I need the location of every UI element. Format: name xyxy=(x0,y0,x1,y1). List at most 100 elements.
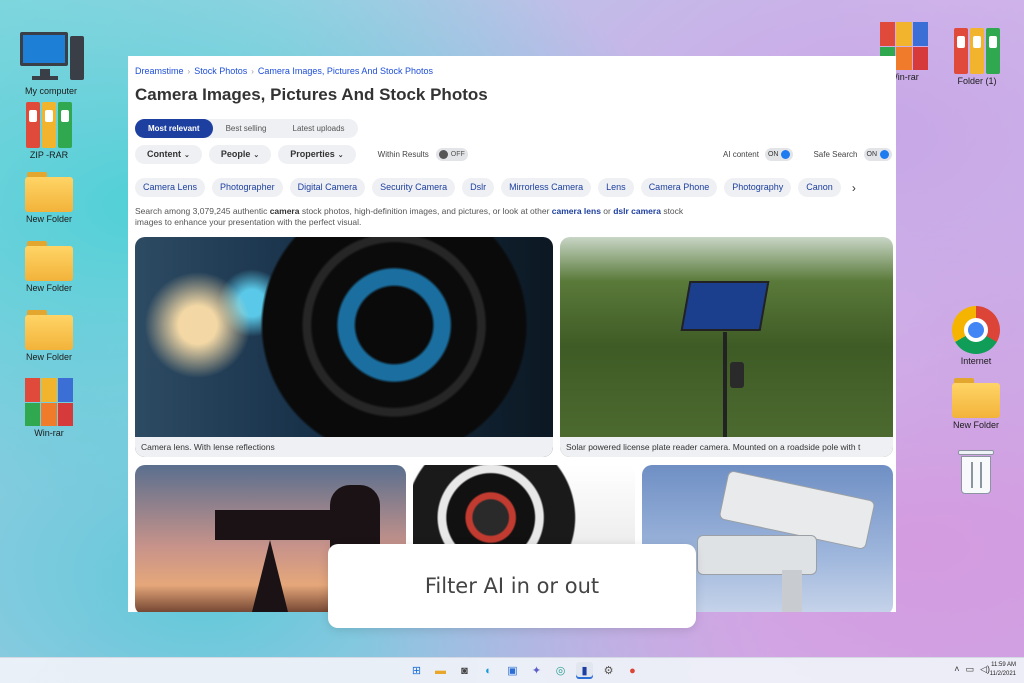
tag-canon[interactable]: Canon xyxy=(798,178,841,197)
content-filter-label: Content xyxy=(147,149,181,159)
toggle-state-label: OFF xyxy=(450,151,465,158)
browser-content: Dreamstime › Stock Photos › Camera Image… xyxy=(128,56,896,612)
toggle-knob xyxy=(781,150,791,159)
computer-icon xyxy=(20,28,84,84)
desktop-icon-zip-rar[interactable]: ZIP -RAR xyxy=(14,102,84,160)
photo-result-solar-camera[interactable]: Solar powered license plate reader camer… xyxy=(560,237,893,457)
chevron-right-icon: › xyxy=(187,66,191,76)
desktop-icon-recycle-bin[interactable] xyxy=(941,448,1011,494)
breadcrumb-link-dreamstime[interactable]: Dreamstime xyxy=(135,66,184,76)
breadcrumb-link-current[interactable]: Camera Images, Pictures And Stock Photos xyxy=(258,66,433,76)
search-description: Search among 3,079,245 authentic camera … xyxy=(135,206,695,228)
chevron-right-icon[interactable]: › xyxy=(852,181,856,195)
binders-icon xyxy=(952,28,1002,74)
chevron-down-icon: ⌄ xyxy=(337,152,344,159)
desktop-icon-internet[interactable]: Internet xyxy=(941,306,1011,366)
toggle-state-label: ON xyxy=(866,151,878,158)
desktop-icon-new-folder-2[interactable]: New Folder xyxy=(14,241,84,293)
tag-dslr[interactable]: Dslr xyxy=(462,178,495,197)
tripod-shape xyxy=(250,540,290,612)
desc-text: stock photos, high-definition images, an… xyxy=(299,206,552,216)
chevron-down-icon: ⌄ xyxy=(184,152,190,159)
ai-content-toggle[interactable]: ON xyxy=(764,148,794,161)
network-icon[interactable]: ▭ xyxy=(966,664,975,675)
system-tray: ˄ ▭ ◁) xyxy=(954,664,990,675)
camera-lens-link[interactable]: camera lens xyxy=(552,206,601,216)
desktop-icon-label: Win-rar xyxy=(34,428,64,438)
tab-most-relevant[interactable]: Most relevant xyxy=(135,119,213,138)
folder-icon xyxy=(952,378,1000,418)
properties-filter-button[interactable]: Properties ⌄ xyxy=(278,145,356,164)
camera-rig-shape xyxy=(215,510,335,540)
content-filter-button[interactable]: Content ⌄ xyxy=(135,145,202,164)
tag-camera-lens[interactable]: Camera Lens xyxy=(135,178,206,197)
toggle-knob xyxy=(438,150,448,159)
photo-result-camera-lens[interactable]: Camera lens. With lense reflections xyxy=(135,237,553,457)
desc-text: Search among 3,079,245 authentic xyxy=(135,206,270,216)
settings-gear-icon[interactable]: ⚙ xyxy=(600,662,617,679)
desktop-icon-new-folder-3[interactable]: New Folder xyxy=(14,310,84,362)
windows-start-icon[interactable]: ⊞ xyxy=(408,662,425,679)
teams-icon[interactable]: ✦ xyxy=(528,662,545,679)
people-filter-label: People xyxy=(220,149,251,159)
solar-panel-shape xyxy=(680,281,770,331)
desktop-icon-win-rar[interactable]: Win-rar xyxy=(14,378,84,438)
tag-mirrorless-camera[interactable]: Mirrorless Camera xyxy=(501,178,592,197)
tag-security-camera[interactable]: Security Camera xyxy=(372,178,456,197)
dslr-camera-link[interactable]: dslr camera xyxy=(613,206,661,216)
desc-text: or xyxy=(600,206,614,216)
within-results-toggle[interactable]: OFF xyxy=(435,148,468,161)
tag-photographer[interactable]: Photographer xyxy=(212,178,283,197)
desktop-icon-new-folder-right[interactable]: New Folder xyxy=(941,378,1011,430)
dreamstime-app-icon[interactable]: ▮ xyxy=(576,662,593,679)
related-tags: Camera Lens Photographer Digital Camera … xyxy=(135,178,856,197)
edge-icon[interactable]: ◐ xyxy=(480,662,497,679)
desktop-icon-new-folder-1[interactable]: New Folder xyxy=(14,172,84,224)
feature-caption-card: Filter AI in or out xyxy=(328,544,696,628)
desktop-icon-label: New Folder xyxy=(25,352,72,362)
safe-search-toggle[interactable]: ON xyxy=(863,148,892,161)
chevron-right-icon: › xyxy=(251,66,254,76)
clock-date: 11/2/2021 xyxy=(989,671,1016,677)
desktop-icon-my-computer[interactable]: My computer xyxy=(16,28,86,96)
tab-latest-uploads[interactable]: Latest uploads xyxy=(280,119,358,138)
toggle-knob xyxy=(880,150,889,159)
desktop-icon-label: New Folder xyxy=(952,420,999,430)
camera-app-icon[interactable]: ◙ xyxy=(456,662,473,679)
desktop-icon-label: ZIP -RAR xyxy=(29,150,69,160)
chrome-taskbar-icon[interactable]: ● xyxy=(624,662,641,679)
desktop-icon-label: Internet xyxy=(960,356,992,366)
chevron-up-icon[interactable]: ˄ xyxy=(954,664,959,675)
desktop-icon-folder-1[interactable]: Folder (1) xyxy=(942,28,1012,86)
folder-icon xyxy=(25,241,73,281)
properties-filter-label: Properties xyxy=(290,149,335,159)
chevron-down-icon: ⌄ xyxy=(253,152,260,159)
desktop-icon-label: My computer xyxy=(24,86,77,96)
taskbar-clock[interactable]: 11:59 AM 11/2/2021 xyxy=(990,661,1016,679)
binders-icon xyxy=(24,102,74,148)
tag-camera-phone[interactable]: Camera Phone xyxy=(640,178,718,197)
breadcrumb-link-stock-photos[interactable]: Stock Photos xyxy=(194,66,247,76)
globe-icon[interactable]: ◎ xyxy=(552,662,569,679)
content-toggles: AI content ON Safe Search ON xyxy=(723,148,892,161)
page-title: Camera Images, Pictures And Stock Photos xyxy=(135,85,488,104)
folder-icon xyxy=(25,172,73,212)
tag-digital-camera[interactable]: Digital Camera xyxy=(289,178,366,197)
camera-shape xyxy=(730,362,744,388)
tag-lens[interactable]: Lens xyxy=(598,178,634,197)
safe-search-label: Safe Search xyxy=(813,150,858,159)
feature-caption-text: Filter AI in or out xyxy=(424,574,600,598)
photo-caption: Solar powered license plate reader camer… xyxy=(560,437,893,457)
volume-icon[interactable]: ◁) xyxy=(980,664,990,675)
sort-tabs: Most relevant Best selling Latest upload… xyxy=(135,119,358,138)
toggle-state-label: ON xyxy=(767,151,779,158)
file-explorer-icon[interactable]: ▬ xyxy=(432,662,449,679)
pole-shape xyxy=(723,332,727,442)
cctv-housing-shape xyxy=(697,535,817,575)
tag-photography[interactable]: Photography xyxy=(724,178,792,197)
people-filter-button[interactable]: People ⌄ xyxy=(208,145,272,164)
photo-caption: Camera lens. With lense reflections xyxy=(135,437,553,457)
store-icon[interactable]: ▣ xyxy=(504,662,521,679)
taskbar: ⊞ ▬ ◙ ◐ ▣ ✦ ◎ ▮ ⚙ ● ˄ ▭ ◁) 11:59 AM 11/2… xyxy=(0,657,1024,683)
tab-best-selling[interactable]: Best selling xyxy=(213,119,280,138)
